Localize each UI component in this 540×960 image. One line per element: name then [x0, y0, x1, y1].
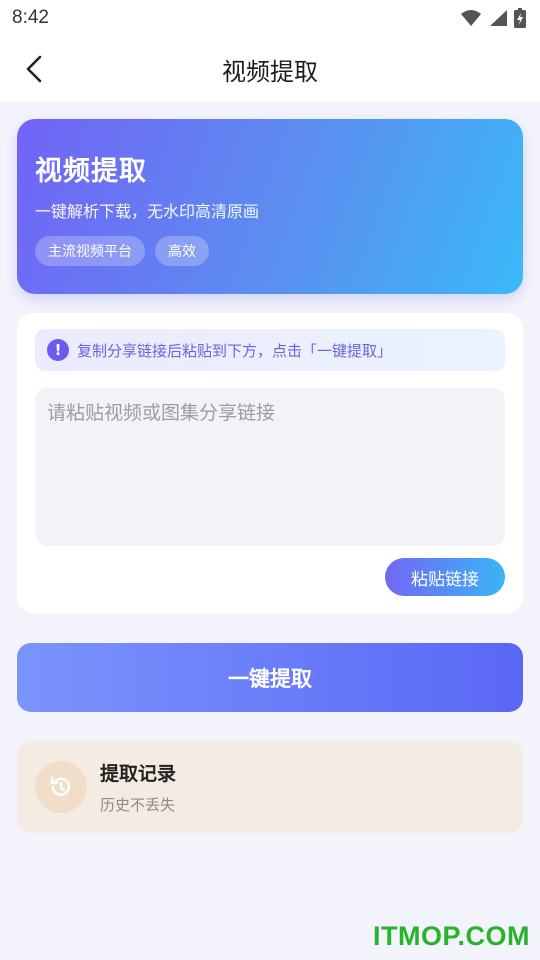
- site-watermark: ITMOP.COM: [372, 921, 530, 951]
- history-title: 提取记录: [100, 763, 177, 785]
- tip-text: 复制分享链接后粘贴到下方，点击「一键提取」: [77, 341, 393, 360]
- page-title: 视频提取: [222, 57, 318, 86]
- status-icons: [460, 8, 526, 28]
- history-text: 提取记录 历史不丢失: [100, 759, 176, 815]
- paste-link-button[interactable]: 粘贴链接: [385, 558, 505, 596]
- wifi-icon: [461, 10, 481, 26]
- extract-button[interactable]: 一键提取: [17, 643, 523, 712]
- history-card[interactable]: 提取记录 历史不丢失: [17, 741, 523, 833]
- hero-banner: 视频提取 一键解析下载，无水印高清原画 主流视频平台 高效: [17, 119, 523, 294]
- battery-charging-icon: [514, 8, 526, 28]
- link-input-card: ! 复制分享链接后粘贴到下方，点击「一键提取」 粘贴链接: [17, 313, 523, 613]
- signal-icon: [490, 10, 507, 26]
- status-bar: 8:42: [0, 0, 540, 36]
- history-icon-badge: [35, 761, 87, 813]
- tip-bar: ! 复制分享链接后粘贴到下方，点击「一键提取」: [35, 329, 505, 371]
- tag-efficient: 高效: [155, 236, 209, 266]
- app-bar: 视频提取: [0, 36, 540, 102]
- history-clock-icon: [50, 776, 71, 796]
- chevron-left-icon: [26, 55, 42, 83]
- status-time: 8:42: [12, 7, 49, 28]
- hero-title: 视频提取: [35, 156, 147, 187]
- hero-tags: 主流视频平台 高效: [35, 236, 505, 266]
- exclamation-icon: !: [47, 339, 69, 361]
- history-subtitle: 历史不丢失: [100, 796, 176, 814]
- link-textarea[interactable]: [35, 388, 505, 546]
- tag-platforms: 主流视频平台: [35, 236, 145, 266]
- hero-subtitle: 一键解析下载，无水印高清原画: [35, 202, 260, 221]
- back-button[interactable]: [14, 49, 54, 89]
